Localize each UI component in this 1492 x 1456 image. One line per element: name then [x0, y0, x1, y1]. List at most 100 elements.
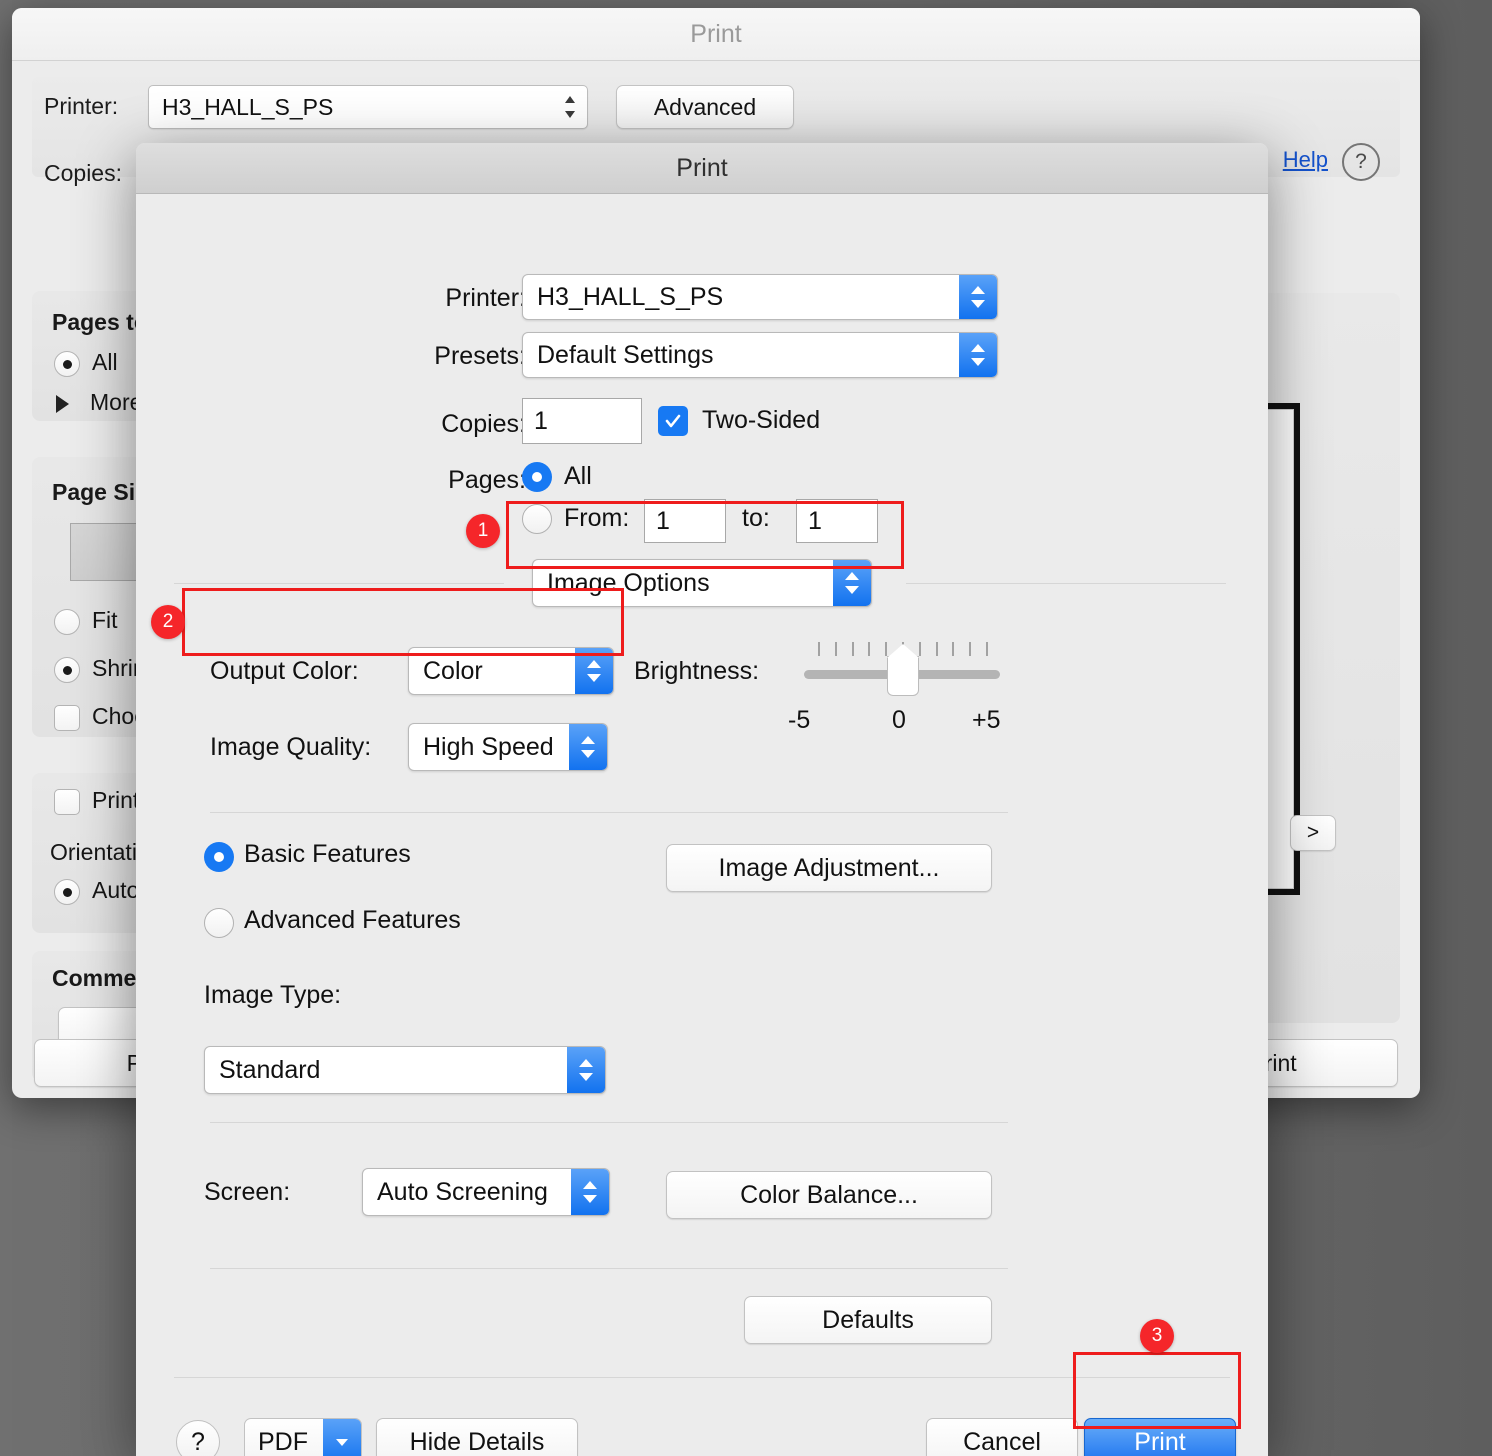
annotation-badge-2: 2: [151, 605, 185, 639]
bg-print-label: Print: [92, 787, 140, 813]
color-balance-button[interactable]: Color Balance...: [666, 1171, 992, 1219]
pane-popup[interactable]: Image Options: [532, 559, 872, 607]
advanced-features-radio[interactable]: [204, 908, 234, 938]
bg-copies-label: Copies:: [44, 160, 122, 186]
defaults-button[interactable]: Defaults: [744, 1296, 992, 1344]
bg-auto-label: Auto: [92, 877, 140, 903]
chevron-updown-icon[interactable]: [833, 560, 871, 606]
brightness-tick: [818, 642, 820, 656]
chevron-updown-icon[interactable]: [569, 724, 607, 770]
pane-separator-right: [906, 583, 1226, 584]
cancel-label: Cancel: [963, 1427, 1041, 1456]
pages-to-input[interactable]: 1: [796, 499, 878, 543]
image-type-popup[interactable]: Standard: [204, 1046, 606, 1094]
pages-to-value: 1: [808, 506, 822, 535]
annotation-badge-1-number: 1: [477, 520, 489, 541]
pages-from-label: From:: [564, 504, 630, 532]
copies-input[interactable]: 1: [522, 398, 642, 444]
sheet-body: Printer: H3_HALL_S_PS Presets: Default S…: [136, 194, 1268, 1456]
two-sided-label: Two-Sided: [702, 406, 821, 434]
bg-page-size-title: Page Siz: [52, 479, 147, 505]
sheet-copies-label: Copies:: [441, 410, 526, 438]
sheet-presets-value: Default Settings: [537, 340, 714, 369]
basic-features-label: Basic Features: [244, 840, 411, 868]
bg-printer-popup[interactable]: H3_HALL_S_PS: [148, 85, 588, 129]
brightness-thumb[interactable]: [887, 644, 919, 696]
sheet-help-label: ?: [191, 1427, 205, 1456]
sheet-presets-popup[interactable]: Default Settings: [522, 332, 998, 378]
advanced-features-label: Advanced Features: [244, 906, 461, 934]
hide-details-button[interactable]: Hide Details: [376, 1418, 578, 1456]
chevron-updown-icon[interactable]: [575, 648, 613, 694]
pages-to-label: to:: [742, 504, 770, 532]
bg-checkbox-choose[interactable]: [54, 705, 80, 731]
color-balance-label: Color Balance...: [740, 1180, 918, 1209]
brightness-tick: [952, 642, 955, 656]
sheet-pages-label: Pages:: [448, 466, 526, 494]
brightness-min-label: -5: [788, 706, 811, 734]
copies-value: 1: [534, 406, 548, 435]
output-color-popup[interactable]: Color: [408, 647, 614, 695]
help-question-icon[interactable]: ?: [1342, 143, 1380, 181]
image-quality-label: Image Quality:: [210, 733, 372, 761]
chevron-down-icon[interactable]: [323, 1419, 361, 1456]
brightness-mid-label: 0: [892, 706, 906, 734]
brightness-tick: [986, 642, 988, 656]
image-quality-popup[interactable]: High Speed: [408, 723, 608, 771]
sheet-printer-value: H3_HALL_S_PS: [537, 282, 724, 311]
sheet-printer-label: Printer:: [445, 284, 526, 312]
pages-from-input[interactable]: 1: [644, 499, 726, 543]
output-color-value: Color: [423, 656, 483, 685]
pdf-button[interactable]: PDF: [244, 1418, 362, 1456]
sheet-help-button[interactable]: ?: [176, 1420, 220, 1456]
chevron-updown-icon[interactable]: [959, 333, 997, 377]
sheet-title: Print: [136, 143, 1268, 194]
brightness-tick: [868, 642, 871, 656]
cancel-button[interactable]: Cancel: [926, 1418, 1078, 1456]
footer-separator: [174, 1377, 1230, 1378]
pane-separator-left: [174, 583, 504, 584]
print-button[interactable]: Print: [1084, 1418, 1236, 1456]
brightness-tick: [851, 642, 854, 656]
desktop-left-strip: [0, 0, 12, 1456]
sheet-presets-label: Presets:: [434, 342, 526, 370]
brightness-label: Brightness:: [634, 657, 760, 685]
help-link[interactable]: Help: [1283, 147, 1328, 173]
bg-checkbox-print[interactable]: [54, 789, 80, 815]
defaults-separator: [210, 1268, 1008, 1269]
bg-more-label: More: [90, 389, 143, 415]
two-sided-checkbox[interactable]: [658, 406, 688, 436]
pages-all-label: All: [564, 462, 592, 490]
bg-all-label: All: [92, 349, 118, 375]
disclosure-triangle-icon[interactable]: [56, 395, 69, 413]
output-color-label: Output Color:: [210, 657, 359, 685]
preview-next-button[interactable]: >: [1290, 815, 1336, 851]
print-label: Print: [1134, 1427, 1186, 1456]
brightness-slider[interactable]: [804, 642, 1000, 702]
chevron-updown-icon: [562, 92, 578, 122]
bg-radio-all[interactable]: [54, 351, 80, 377]
image-adjustment-button[interactable]: Image Adjustment...: [666, 844, 992, 892]
image-adjustment-label: Image Adjustment...: [718, 853, 940, 882]
pages-range-radio[interactable]: [522, 504, 552, 534]
bg-radio-auto[interactable]: [54, 879, 80, 905]
basic-features-radio[interactable]: [204, 842, 234, 872]
sheet-printer-popup[interactable]: H3_HALL_S_PS: [522, 274, 998, 320]
image-type-label: Image Type:: [204, 981, 342, 1009]
bg-radio-shrink[interactable]: [54, 657, 80, 683]
pages-all-radio[interactable]: [522, 462, 552, 492]
chevron-updown-icon[interactable]: [571, 1169, 609, 1215]
screen-popup[interactable]: Auto Screening: [362, 1168, 610, 1216]
check-icon: [665, 414, 681, 428]
print-sheet-dialog: Print Printer: H3_HALL_S_PS Presets: Def…: [136, 143, 1268, 1456]
bg-advanced-label: Advanced: [653, 93, 757, 120]
defaults-label: Defaults: [822, 1305, 914, 1334]
bg-radio-fit[interactable]: [54, 609, 80, 635]
brightness-tick: [935, 642, 938, 656]
annotation-badge-2-number: 2: [162, 611, 174, 632]
bg-advanced-button[interactable]: Advanced: [616, 85, 794, 129]
annotation-badge-3-number: 3: [1151, 1325, 1163, 1346]
chevron-updown-icon[interactable]: [959, 275, 997, 319]
pages-from-value: 1: [656, 506, 670, 535]
chevron-updown-icon[interactable]: [567, 1047, 605, 1093]
